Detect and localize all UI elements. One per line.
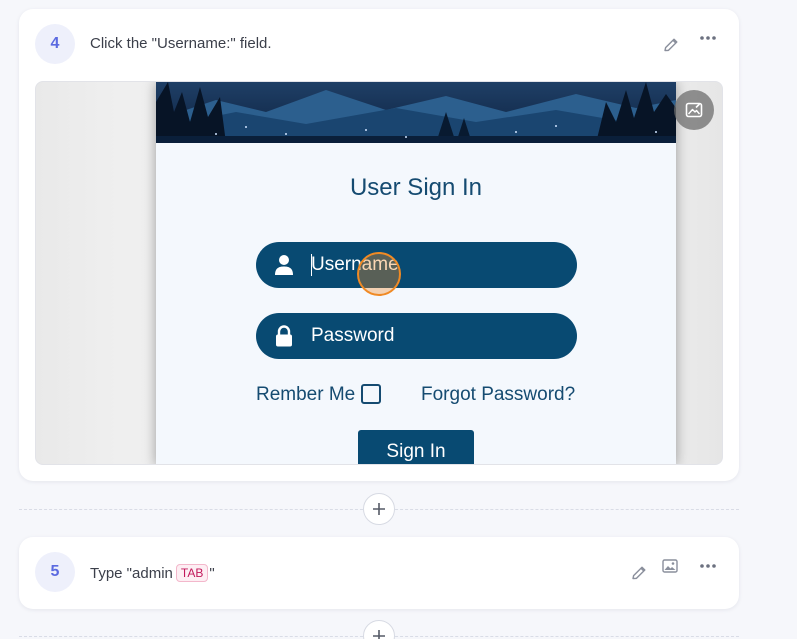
step-instruction: Click the "Username:" field. <box>90 35 272 52</box>
key-badge: TAB <box>175 564 209 582</box>
image-edit-icon[interactable] <box>674 90 714 130</box>
password-placeholder: Password <box>311 325 395 346</box>
remember-me-label: Rember Me <box>256 384 356 405</box>
user-icon <box>274 254 294 276</box>
step-screenshot: User Sign In Username Password Rember Me… <box>35 81 723 465</box>
signin-title: User Sign In <box>349 174 483 201</box>
more-icon[interactable] <box>697 27 719 49</box>
plus-icon <box>373 630 385 639</box>
step-instruction: Type "admin TAB " <box>90 564 215 582</box>
username-field[interactable]: Username <box>256 242 577 288</box>
step-card-5: 5 Type "admin TAB " <box>19 537 739 609</box>
remember-me-checkbox[interactable] <box>361 384 381 404</box>
add-step-button[interactable] <box>363 493 395 525</box>
step-number-badge: 4 <box>35 24 75 64</box>
forgot-password-link[interactable]: Forgot Password? <box>421 384 575 406</box>
edit-icon[interactable] <box>628 562 650 584</box>
edit-icon[interactable] <box>660 34 682 56</box>
step-card-4: 4 Click the "Username:" field. User Sign… <box>19 9 739 481</box>
instruction-suffix: " <box>209 564 215 582</box>
night-landscape-banner <box>156 82 676 143</box>
add-step-button[interactable] <box>363 620 395 639</box>
lock-icon <box>274 325 294 347</box>
plus-icon <box>373 503 385 515</box>
app-screenshot: User Sign In Username Password Rember Me… <box>156 82 676 464</box>
signin-button[interactable]: Sign In <box>358 430 474 464</box>
instruction-prefix: Type "admin <box>90 564 173 582</box>
more-icon[interactable] <box>697 555 719 577</box>
step-number-badge: 5 <box>35 552 75 592</box>
image-icon[interactable] <box>659 555 681 577</box>
password-field[interactable]: Password <box>256 313 577 359</box>
click-marker <box>357 252 401 296</box>
